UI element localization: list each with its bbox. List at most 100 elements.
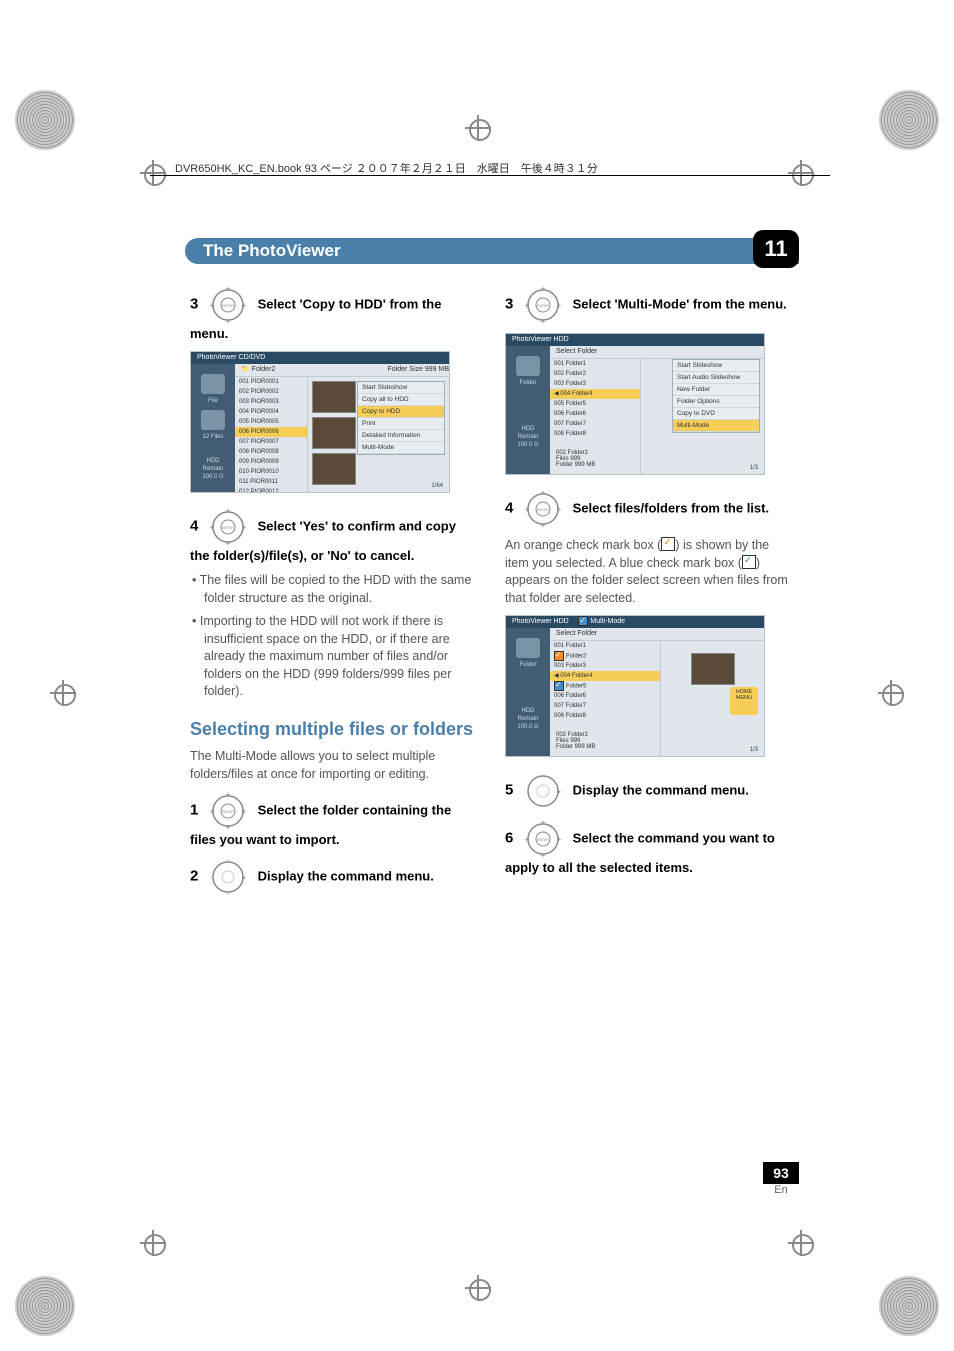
side-label: Folder — [506, 380, 550, 386]
step-number: 5 — [505, 781, 513, 798]
menu-item: Start Slideshow — [358, 382, 444, 394]
svg-text:▸: ▸ — [557, 787, 561, 796]
svg-text:+: + — [541, 317, 546, 325]
folder-row: ◀ 004 Folder4 — [550, 671, 660, 681]
crop-mark — [788, 160, 814, 186]
page-indicator: 1/3 — [750, 747, 758, 753]
folder-row: Folder2 — [550, 651, 660, 661]
side-label: Remain — [506, 716, 550, 722]
svg-text:+: + — [525, 301, 530, 310]
step-4-left: 4 ENTER++++ Select 'Yes' to confirm and … — [190, 507, 475, 565]
enter-pad-icon: ENTER++++ — [523, 285, 563, 325]
photoviewer-cddvd-screenshot: PhotoViewer CD/DVD File 12 Files HDD Rem… — [190, 351, 450, 493]
folder-row: 001 Folder1 — [550, 359, 640, 369]
chapter-title-bar: The PhotoViewer — [185, 238, 799, 264]
explain-text: An orange check mark box () is shown by … — [505, 537, 790, 607]
file-icon — [201, 374, 225, 394]
side-label: Remain — [191, 466, 235, 472]
side-label: File — [191, 398, 235, 404]
sub-header: Select Folder — [556, 346, 597, 358]
enter-pad-icon: ENTER++++ — [208, 507, 248, 547]
menu-item: Start Audio Slideshow — [673, 372, 759, 384]
svg-text:+: + — [226, 317, 231, 325]
svg-text:+: + — [541, 851, 546, 859]
files-icon — [201, 410, 225, 430]
side-label: HDD — [506, 426, 550, 432]
step-3-left: 3 ENTER++++ Select 'Copy to HDD' from th… — [190, 285, 475, 343]
svg-text:+: + — [541, 819, 546, 827]
enter-pad-icon: ENTER++++ — [208, 791, 248, 831]
file-row: 002 PIOR0002 — [235, 387, 307, 397]
svg-text:ENTER: ENTER — [537, 838, 549, 842]
file-row: 007 PIOR0007 — [235, 437, 307, 447]
folder-row: 006 Folder6 — [550, 691, 660, 701]
menu-item: Multi-Mode — [358, 442, 444, 454]
section-heading: Selecting multiple files or folders — [190, 719, 475, 741]
svg-text:+: + — [242, 523, 247, 532]
svg-text:+: + — [226, 857, 231, 865]
step-number: 6 — [505, 829, 513, 846]
menu-item: Detailed Information — [358, 430, 444, 442]
svg-text:ENTER: ENTER — [537, 304, 549, 308]
step-number: 4 — [190, 517, 198, 534]
file-row: 011 PIOR0011 — [235, 477, 307, 487]
svg-text:+: + — [210, 301, 215, 310]
side-label: 100.0 G — [506, 724, 550, 730]
right-column: 3 ENTER++++ Select 'Multi-Mode' from the… — [505, 285, 790, 905]
printer-mark — [15, 90, 75, 150]
nav-pad-icon: ▸ — [523, 771, 563, 811]
step-number: 2 — [190, 867, 198, 884]
side-label: 100.0 G — [191, 474, 235, 480]
printer-mark — [15, 1276, 75, 1336]
header-rule — [150, 175, 830, 176]
side-label: Folder — [506, 662, 550, 668]
menu-item: Copy to HDD — [358, 406, 444, 418]
svg-text:+: + — [242, 807, 247, 816]
blue-check-icon — [742, 555, 756, 569]
chapter-title: The PhotoViewer — [185, 241, 341, 261]
home-menu-badge: HOME MENU — [730, 687, 758, 715]
thumbnail-icon — [312, 453, 356, 485]
thumbnail-icon — [312, 417, 356, 449]
svg-text:+: + — [557, 301, 562, 310]
folder-name: Folder2 — [252, 366, 276, 373]
side-label: 100.0 G — [506, 442, 550, 448]
folder-row: 006 Folder6 — [550, 409, 640, 419]
svg-text:+: + — [226, 889, 231, 897]
nav-pad-icon: +++▸ — [208, 857, 248, 897]
svg-text:+: + — [226, 507, 231, 515]
photoviewer-hdd-screenshot: PhotoViewer HDD Folder HDD Remain 100.0 … — [505, 333, 765, 475]
svg-text:+: + — [525, 835, 530, 844]
side-label: 12 Files — [191, 434, 235, 440]
svg-text:+: + — [226, 285, 231, 293]
step-2: 2 +++▸ Display the command menu. — [190, 857, 475, 897]
bullet-item: Importing to the HDD will not work if th… — [204, 613, 475, 701]
file-row: 003 PIOR0003 — [235, 397, 307, 407]
enter-pad-icon: ENTER++++ — [208, 285, 248, 325]
step-text: Display the command menu. — [573, 782, 749, 797]
page-indicator: 1/3 — [750, 465, 758, 471]
svg-text:+: + — [226, 791, 231, 799]
ui-title: PhotoViewer HDD — [512, 336, 569, 343]
svg-text:+: + — [226, 823, 231, 831]
mode-label: Multi-Mode — [590, 618, 625, 625]
ui-title: PhotoViewer CD/DVD — [197, 354, 265, 361]
folder-row: 003 Folder3 — [550, 379, 640, 389]
folder-row: 003 Folder3 — [550, 661, 660, 671]
crop-mark — [140, 1230, 166, 1256]
svg-text:+: + — [541, 489, 546, 497]
side-label: Remain — [506, 434, 550, 440]
menu-item: Folder Options — [673, 396, 759, 408]
crop-mark — [788, 1230, 814, 1256]
menu-item: Start Slideshow — [673, 360, 759, 372]
enter-pad-icon: ENTER + + + + — [523, 819, 563, 859]
left-column: 3 ENTER++++ Select 'Copy to HDD' from th… — [190, 285, 475, 905]
printer-mark — [879, 1276, 939, 1336]
crop-mark — [878, 680, 904, 706]
file-row: 006 PIOR0006 — [235, 427, 307, 437]
step-5: 5 ▸ Display the command menu. — [505, 771, 790, 811]
menu-item: Copy all to HDD — [358, 394, 444, 406]
crop-mark — [465, 115, 491, 141]
svg-text:+: + — [557, 835, 562, 844]
file-row: 008 PIOR0008 — [235, 447, 307, 457]
